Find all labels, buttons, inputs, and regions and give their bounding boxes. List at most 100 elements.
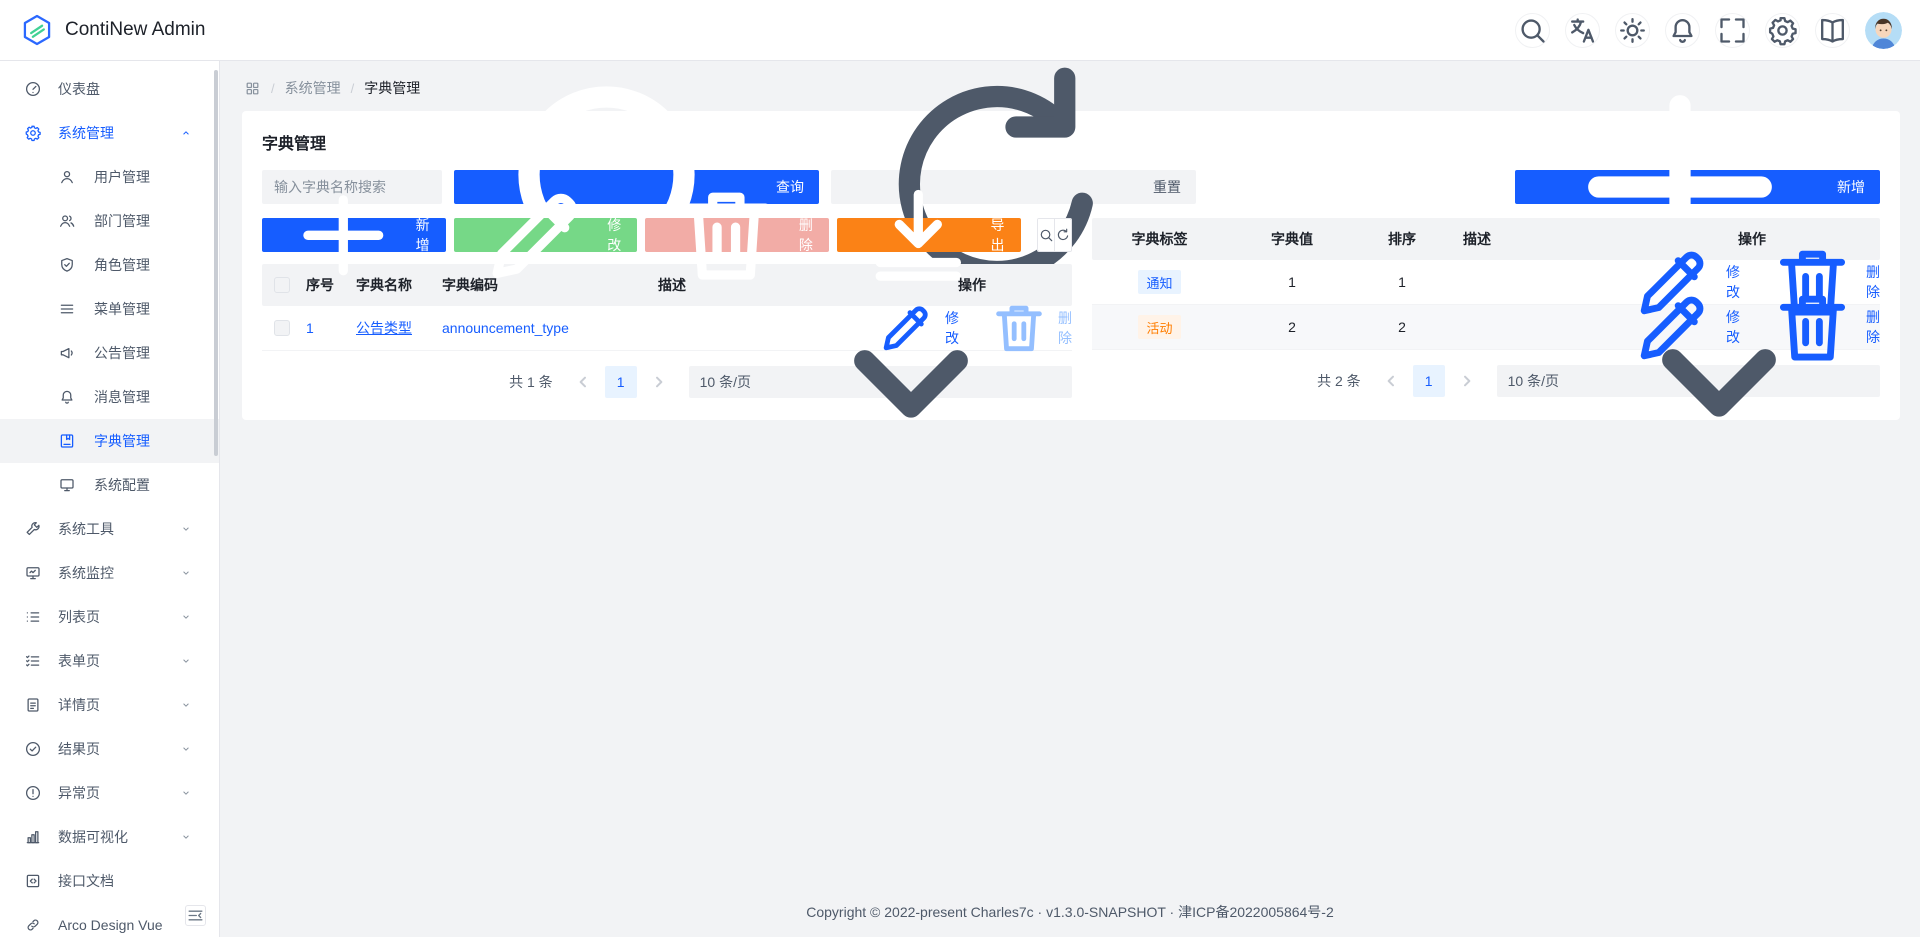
- header-cell: 序号: [302, 275, 356, 295]
- gear-icon: [24, 124, 42, 142]
- sidebar-item-result-page[interactable]: 结果页: [0, 727, 219, 771]
- sidebar-item-detail-page[interactable]: 详情页: [0, 683, 219, 727]
- breadcrumb-item-system-management[interactable]: 系统管理: [285, 78, 341, 98]
- chevron-left-icon: [569, 368, 597, 396]
- chevron-up-icon: [179, 126, 193, 140]
- dict-name-link[interactable]: 公告类型: [356, 320, 412, 336]
- list-icon: [24, 608, 42, 626]
- sidebar-item-data-visualization[interactable]: 数据可视化: [0, 815, 219, 859]
- sidebar-collapse-button[interactable]: [185, 905, 206, 926]
- chevron-down-icon: [761, 232, 1061, 532]
- body-row: 仪表盘 系统管理 用户管理 部门管理 角色管理 菜单管理: [0, 61, 1920, 937]
- cell-value: 1: [1227, 274, 1357, 290]
- desktop-icon: [58, 476, 76, 494]
- cell-index[interactable]: 1: [302, 320, 356, 336]
- page-number[interactable]: 1: [605, 366, 637, 398]
- warning-circle-icon: [24, 784, 42, 802]
- cell-value: 2: [1227, 319, 1357, 335]
- sidebar-item-message-management[interactable]: 消息管理: [0, 375, 219, 419]
- sidebar-item-system-monitor[interactable]: 系统监控: [0, 551, 219, 595]
- file-icon: [24, 696, 42, 714]
- header-cell: 字典编码: [442, 275, 658, 295]
- sidebar-item-dict-management[interactable]: 字典管理: [0, 419, 219, 463]
- main-content: / 系统管理 / 字典管理 字典管理 查询 重置: [220, 61, 1920, 937]
- sidebar-item-dept-management[interactable]: 部门管理: [0, 199, 219, 243]
- sidebar-item-system-tools[interactable]: 系统工具: [0, 507, 219, 551]
- bar-chart-icon: [24, 828, 42, 846]
- sidebar-item-announcement-management[interactable]: 公告管理: [0, 331, 219, 375]
- status-badge: 活动: [1138, 315, 1180, 339]
- sidebar-item-menu-management[interactable]: 菜单管理: [0, 287, 219, 331]
- sidebar-item-role-management[interactable]: 角色管理: [0, 243, 219, 287]
- cell-sort: 1: [1357, 274, 1447, 290]
- sidebar-item-api-docs[interactable]: 接口文档: [0, 859, 219, 903]
- add-dict-button[interactable]: 新增: [262, 218, 446, 252]
- panels: 新增 修改 删除 导出: [262, 218, 1880, 398]
- chevron-right-icon: [1453, 367, 1481, 395]
- logo[interactable]: ContiNew Admin: [20, 13, 205, 47]
- breadcrumb-item-dict-management: 字典管理: [364, 78, 420, 98]
- total-count: 共 1 条: [509, 372, 553, 392]
- sidebar-item-system-management[interactable]: 系统管理: [0, 111, 219, 155]
- cell-name: 公告类型: [356, 318, 442, 338]
- footer: Copyright © 2022-present Charles7c · v1.…: [220, 889, 1920, 937]
- page-next-button[interactable]: [645, 368, 673, 396]
- cell-sort: 2: [1357, 319, 1447, 335]
- sidebar-scrollbar[interactable]: [214, 70, 218, 456]
- item-pagination: 共 2 条 1 10 条/页: [1092, 365, 1880, 397]
- page-prev-button[interactable]: [1377, 367, 1405, 395]
- sidebar: 仪表盘 系统管理 用户管理 部门管理 角色管理 菜单管理: [0, 61, 220, 937]
- chevron-down-icon: [179, 654, 193, 668]
- chevron-down-icon: [179, 742, 193, 756]
- breadcrumb-separator: /: [351, 81, 355, 96]
- chevron-right-icon: [645, 368, 673, 396]
- dict-pagination: 共 1 条 1 10 条/页: [262, 366, 1072, 398]
- sidebar-item-exception-page[interactable]: 异常页: [0, 771, 219, 815]
- user-icon: [58, 168, 76, 186]
- users-icon: [58, 212, 76, 230]
- code-doc-icon: [24, 872, 42, 890]
- wrench-icon: [24, 520, 42, 538]
- status-badge: 通知: [1138, 270, 1180, 294]
- page-size-select[interactable]: 10 条/页: [689, 366, 1072, 398]
- page-next-button[interactable]: [1453, 367, 1481, 395]
- chevron-down-icon: [179, 698, 193, 712]
- modify-dict-button[interactable]: 修改: [454, 218, 638, 252]
- select-all-checkbox[interactable]: [274, 277, 290, 293]
- chevron-down-icon: [179, 566, 193, 580]
- avatar[interactable]: [1865, 12, 1902, 49]
- cell-checkbox: [262, 320, 302, 336]
- chevron-down-icon: [179, 830, 193, 844]
- page-prev-button[interactable]: [569, 368, 597, 396]
- page-size-select[interactable]: 10 条/页: [1497, 365, 1880, 397]
- add-dict-item-button[interactable]: 新增: [1515, 170, 1880, 204]
- apps-grid-icon[interactable]: [244, 80, 261, 97]
- chevron-down-icon: [1569, 231, 1869, 531]
- menu-icon: [58, 300, 76, 318]
- sidebar-item-system-config[interactable]: 系统配置: [0, 463, 219, 507]
- app-title: ContiNew Admin: [65, 19, 205, 41]
- header-cell: 字典值: [1227, 229, 1357, 249]
- chevron-left-icon: [1377, 367, 1405, 395]
- dict-panel: 新增 修改 删除 导出: [262, 218, 1072, 398]
- chevron-down-icon: [179, 522, 193, 536]
- monitor-icon: [24, 564, 42, 582]
- sidebar-item-form-page[interactable]: 表单页: [0, 639, 219, 683]
- checklist-icon: [24, 652, 42, 670]
- header-cell: 字典标签: [1092, 229, 1227, 249]
- sidebar-item-dashboard[interactable]: 仪表盘: [0, 67, 219, 111]
- chevron-down-icon: [179, 610, 193, 624]
- bell-icon: [58, 388, 76, 406]
- sidebar-item-user-management[interactable]: 用户管理: [0, 155, 219, 199]
- dashboard-icon: [24, 80, 42, 98]
- page-number[interactable]: 1: [1413, 365, 1445, 397]
- cell-label: 通知: [1092, 270, 1227, 294]
- chevron-down-icon: [179, 786, 193, 800]
- row-checkbox[interactable]: [274, 320, 290, 336]
- menu-fold-icon: [186, 906, 205, 925]
- breadcrumb-separator: /: [271, 81, 275, 96]
- total-count: 共 2 条: [1317, 371, 1361, 391]
- cell-code[interactable]: announcement_type: [442, 320, 658, 336]
- header-cell: 排序: [1357, 229, 1447, 249]
- sidebar-item-list-page[interactable]: 列表页: [0, 595, 219, 639]
